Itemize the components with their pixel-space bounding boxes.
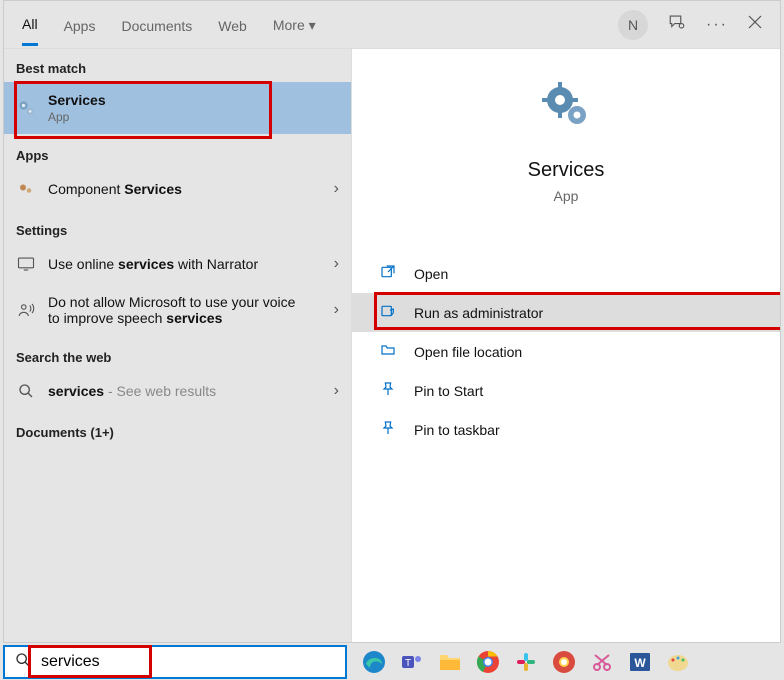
folder-icon	[380, 342, 398, 361]
result-speech-services[interactable]: Do not allow Microsoft to use your voice…	[4, 284, 351, 336]
gears-icon	[16, 98, 36, 118]
snip-sketch-icon[interactable]	[587, 647, 617, 677]
result-services-app[interactable]: Services App	[4, 82, 351, 134]
filter-tabs: All Apps Documents Web More ▾ N ···	[4, 1, 780, 49]
taskbar-search-box[interactable]	[3, 645, 347, 679]
chevron-right-icon: ›	[334, 301, 339, 319]
taskbar-icons: T W	[359, 647, 693, 677]
close-icon[interactable]	[748, 15, 762, 34]
monitor-icon	[16, 254, 36, 274]
avatar[interactable]: N	[618, 10, 648, 40]
feedback-icon[interactable]	[668, 13, 686, 36]
chevron-right-icon: ›	[334, 255, 339, 273]
action-label: Pin to Start	[414, 383, 483, 399]
file-explorer-icon[interactable]	[435, 647, 465, 677]
tab-web[interactable]: Web	[218, 5, 247, 45]
tab-more[interactable]: More ▾	[273, 4, 316, 45]
svg-text:W: W	[634, 656, 646, 670]
section-documents: Documents (1+)	[4, 411, 351, 446]
gears-icon	[539, 79, 593, 133]
result-web-services[interactable]: services - See web results ›	[4, 371, 351, 411]
action-open[interactable]: Open	[352, 254, 780, 293]
paint-icon[interactable]	[663, 647, 693, 677]
slack-icon[interactable]	[511, 647, 541, 677]
tab-all[interactable]: All	[22, 3, 38, 46]
result-subtitle: App	[48, 110, 106, 124]
preview-subtitle: App	[554, 188, 579, 204]
action-run-as-administrator[interactable]: Run as administrator	[352, 293, 780, 332]
edge-icon[interactable]	[359, 647, 389, 677]
result-narrator-services[interactable]: Use online services with Narrator ›	[4, 244, 351, 284]
chrome-icon[interactable]	[473, 647, 503, 677]
chrome-canary-icon[interactable]	[549, 647, 579, 677]
person-voice-icon	[16, 300, 36, 320]
action-label: Open	[414, 266, 448, 282]
search-icon	[16, 381, 36, 401]
preview-pane: Services App Open Run as administrator	[351, 49, 780, 642]
action-list: Open Run as administrator Open file loca…	[352, 254, 780, 449]
action-label: Open file location	[414, 344, 522, 360]
section-search-web: Search the web	[4, 336, 351, 371]
chevron-down-icon: ▾	[309, 17, 316, 33]
svg-text:T: T	[405, 658, 411, 669]
preview-title: Services	[528, 159, 605, 182]
action-pin-to-start[interactable]: Pin to Start	[352, 371, 780, 410]
section-settings: Settings	[4, 209, 351, 244]
section-apps: Apps	[4, 134, 351, 169]
search-input[interactable]	[41, 653, 335, 671]
result-title: Use online services with Narrator	[48, 256, 258, 272]
word-icon[interactable]: W	[625, 647, 655, 677]
section-best-match: Best match	[4, 49, 351, 82]
gears-icon	[16, 179, 36, 199]
tab-documents[interactable]: Documents	[121, 5, 192, 45]
more-options-icon[interactable]: ···	[706, 16, 728, 34]
action-open-file-location[interactable]: Open file location	[352, 332, 780, 371]
result-title: Do not allow Microsoft to use your voice…	[48, 294, 298, 326]
admin-shield-icon	[380, 303, 398, 322]
action-pin-to-taskbar[interactable]: Pin to taskbar	[352, 410, 780, 449]
chevron-right-icon: ›	[334, 382, 339, 400]
result-title: Component Services	[48, 181, 182, 197]
action-label: Run as administrator	[414, 305, 543, 321]
chevron-right-icon: ›	[334, 180, 339, 198]
taskbar: T W	[0, 644, 784, 680]
pin-icon	[380, 420, 398, 439]
results-list: Best match Services App Apps Component S…	[4, 49, 351, 642]
result-title: Services	[48, 92, 106, 108]
tab-apps[interactable]: Apps	[64, 5, 96, 45]
action-label: Pin to taskbar	[414, 422, 500, 438]
result-component-services[interactable]: Component Services ›	[4, 169, 351, 209]
search-icon	[15, 652, 31, 673]
open-icon	[380, 264, 398, 283]
teams-icon[interactable]: T	[397, 647, 427, 677]
pin-icon	[380, 381, 398, 400]
start-search-panel: All Apps Documents Web More ▾ N ··· Best…	[3, 0, 781, 643]
result-title: services - See web results	[48, 383, 216, 399]
